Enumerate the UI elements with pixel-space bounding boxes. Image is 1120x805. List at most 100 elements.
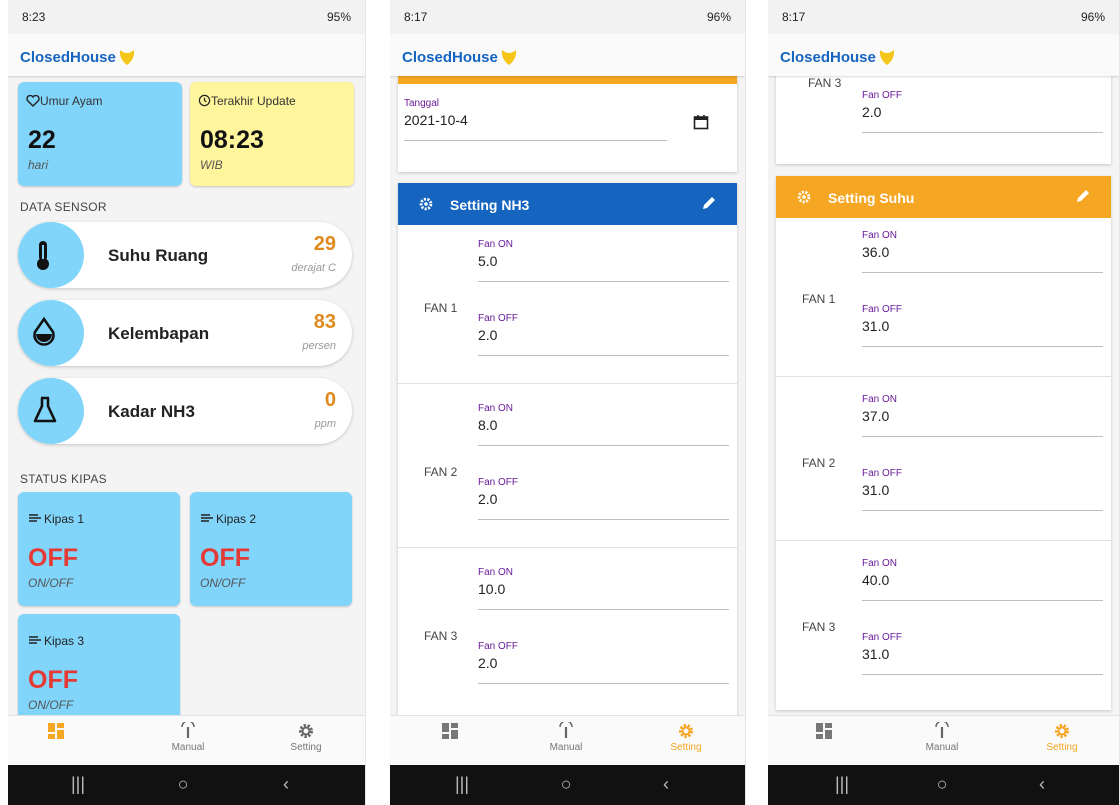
touch-icon: [559, 722, 573, 738]
recent-apps-button[interactable]: |||: [447, 774, 477, 795]
recent-apps-button[interactable]: |||: [63, 774, 93, 795]
back-button[interactable]: ‹: [271, 774, 301, 795]
fan-on-label: Fan ON: [478, 567, 514, 578]
system-navigation: ||| ○ ‹: [8, 765, 365, 805]
nav-dashboard[interactable]: [779, 722, 869, 742]
gear-icon: [419, 197, 433, 211]
kipas-sub: ON/OFF: [200, 576, 246, 590]
fan-on-input[interactable]: 10.0: [478, 581, 505, 597]
sensor-card-kelembapan: Kelembapan 83 persen: [18, 300, 352, 366]
setting-nh3-card: Setting NH3 FAN 1 Fan ON 5.0 Fan OFF 2.0…: [398, 183, 737, 715]
home-button[interactable]: ○: [168, 774, 198, 795]
kipas-state: OFF: [28, 544, 78, 572]
back-button[interactable]: ‹: [651, 774, 681, 795]
dashboard-icon: [442, 723, 458, 739]
nav-setting-label: Setting: [670, 742, 702, 753]
kipas-sub: ON/OFF: [28, 698, 74, 712]
field-underline: [862, 132, 1103, 133]
app-logo: ClosedHouse: [402, 47, 519, 67]
gear-icon: [1055, 724, 1069, 738]
fan-on-label: Fan ON: [862, 394, 898, 405]
fan-3-label: FAN 3: [802, 620, 836, 634]
fan-on-label: Fan ON: [478, 403, 514, 414]
phone-screen-setting-nh3: 8:17 96% ClosedHouse Tanggal 2021-10-4 S…: [390, 0, 746, 805]
nav-manual-label: Manual: [549, 742, 583, 753]
fan-off-input[interactable]: 2.0: [478, 327, 497, 343]
sensor-name: Suhu Ruang: [108, 246, 209, 265]
wind-icon: [29, 514, 41, 522]
kipas-name: Kipas 2: [216, 512, 257, 526]
fan-off-input[interactable]: 2.0: [478, 655, 497, 671]
nav-manual[interactable]: Manual: [897, 722, 987, 753]
status-kipas-heading: STATUS KIPAS: [20, 472, 107, 486]
setting-suhu-title: Setting Suhu: [828, 190, 915, 206]
fan-on-input[interactable]: 36.0: [862, 244, 889, 260]
battery-level: 96%: [1080, 10, 1105, 24]
sensor-card-suhu: Suhu Ruang 29 derajat C: [18, 222, 352, 288]
status-time: 8:17: [404, 10, 428, 24]
kipas-name: Kipas 3: [44, 634, 85, 648]
kipas-name: Kipas 1: [44, 512, 85, 526]
touch-icon: [935, 722, 949, 738]
chicken-logo-icon: [119, 50, 134, 65]
fan-on-input[interactable]: 37.0: [862, 408, 889, 424]
kipas-title: Kipas 1: [28, 512, 84, 526]
nav-setting-label: Setting: [290, 742, 322, 753]
date-input[interactable]: 2021-10-4: [404, 112, 468, 128]
terakhir-update-card: Terakhir Update 08:23 WIB: [190, 82, 354, 186]
data-sensor-heading: DATA SENSOR: [20, 200, 107, 214]
bottom-navigation: Manual Setting: [768, 715, 1119, 765]
recent-apps-button[interactable]: |||: [827, 774, 857, 795]
group-divider: [398, 547, 737, 548]
nav-manual[interactable]: Manual: [521, 722, 611, 753]
home-button[interactable]: ○: [927, 774, 957, 795]
app-bar: ClosedHouse: [390, 34, 745, 76]
wind-icon: [29, 636, 41, 644]
nav-dashboard[interactable]: [11, 722, 101, 742]
fan-1-label: FAN 1: [802, 292, 836, 306]
sensor-icon-bg: [18, 378, 84, 444]
nav-setting[interactable]: Setting: [1017, 722, 1107, 753]
home-button[interactable]: ○: [551, 774, 581, 795]
gear-icon: [797, 190, 811, 204]
nav-manual[interactable]: Manual: [143, 722, 233, 753]
water-drop-icon: [33, 317, 55, 346]
nav-setting[interactable]: Setting: [641, 722, 731, 753]
field-underline: [478, 445, 729, 446]
edit-icon[interactable]: [701, 195, 717, 211]
fan-off-input[interactable]: 31.0: [862, 482, 889, 498]
nav-dashboard[interactable]: [405, 722, 495, 742]
status-bar: 8:23 95%: [8, 0, 365, 34]
fan-off-input[interactable]: 2.0: [478, 491, 497, 507]
date-label: Tanggal: [404, 98, 440, 109]
kipas-sub: ON/OFF: [28, 576, 74, 590]
fan-on-input[interactable]: 40.0: [862, 572, 889, 588]
fan-on-label: Fan ON: [862, 558, 898, 569]
terakhir-update-title: Terakhir Update: [198, 94, 296, 108]
dashboard-icon: [816, 723, 832, 739]
fan-off-label: Fan OFF: [478, 641, 519, 652]
fan-off-input[interactable]: 2.0: [862, 104, 881, 120]
sensor-unit: ppm: [314, 418, 336, 430]
date-underline: [404, 140, 667, 141]
heart-icon: [26, 94, 40, 107]
status-bar: 8:17 96%: [390, 0, 745, 34]
edit-icon[interactable]: [1075, 188, 1091, 204]
bottom-navigation: Manual Setting: [8, 715, 365, 765]
touch-icon: [181, 722, 195, 738]
fan-on-input[interactable]: 8.0: [478, 417, 497, 433]
kipas-card-1: Kipas 1 OFF ON/OFF: [18, 492, 180, 606]
umur-ayam-unit: hari: [28, 158, 49, 172]
thermometer-icon: [37, 241, 49, 270]
sensor-value: 83: [313, 311, 336, 333]
fan-off-input[interactable]: 31.0: [862, 646, 889, 662]
fan-on-input[interactable]: 5.0: [478, 253, 497, 269]
back-button[interactable]: ‹: [1027, 774, 1057, 795]
calendar-icon[interactable]: [693, 114, 709, 130]
fan-off-input[interactable]: 31.0: [862, 318, 889, 334]
status-bar: 8:17 96%: [768, 0, 1119, 34]
gear-icon: [299, 724, 313, 738]
nav-setting[interactable]: Setting: [261, 722, 351, 753]
date-card: Tanggal 2021-10-4: [398, 76, 737, 172]
fan-off-label: Fan OFF: [478, 477, 519, 488]
